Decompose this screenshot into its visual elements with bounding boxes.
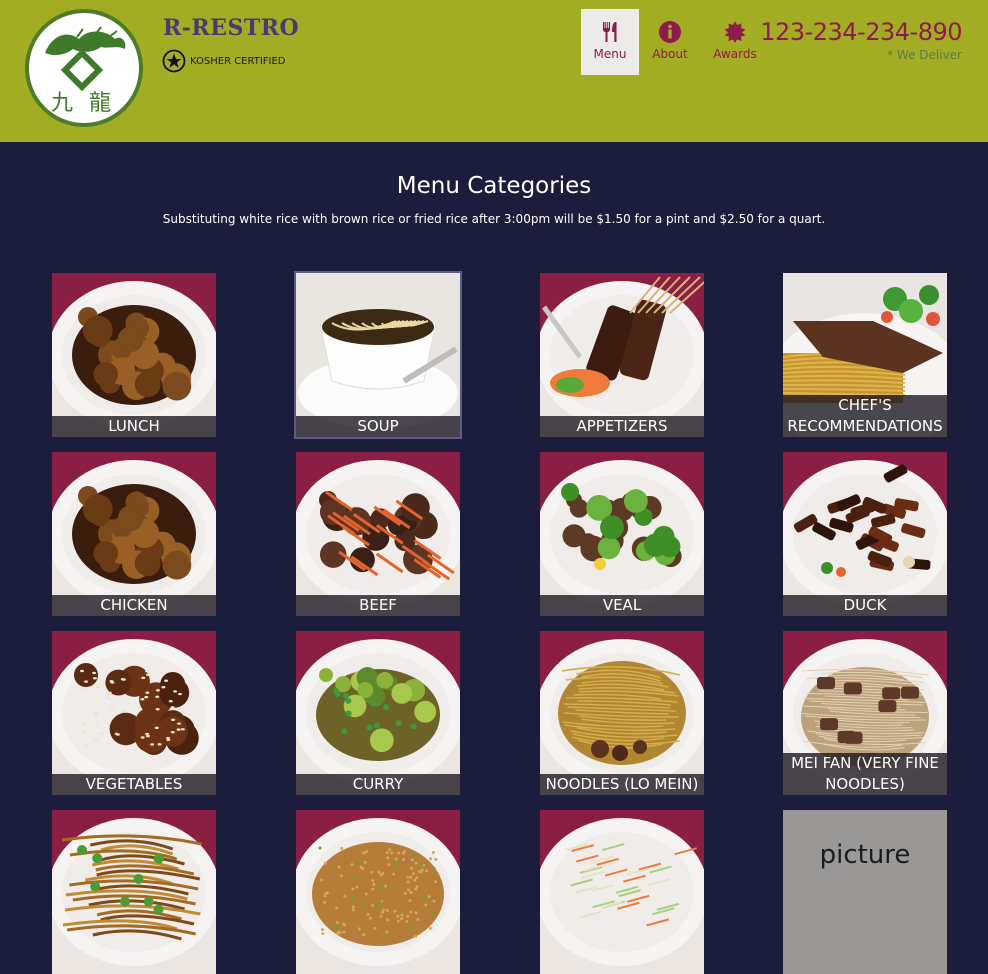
category-tile[interactable] bbox=[540, 810, 704, 974]
nav-menu[interactable]: Menu bbox=[581, 9, 639, 75]
category-tile[interactable]: CHICKEN bbox=[52, 452, 216, 616]
category-label: VEGETABLES bbox=[52, 774, 216, 795]
category-label: CURRY bbox=[296, 774, 460, 795]
delivery-note: * We Deliver bbox=[887, 48, 962, 62]
dish-photo bbox=[540, 452, 704, 616]
info-icon bbox=[659, 21, 681, 43]
category-tile[interactable]: CURRY bbox=[296, 631, 460, 795]
category-label: CHEF'S RECOMMENDATIONS bbox=[783, 395, 947, 437]
dish-photo bbox=[52, 452, 216, 616]
dish-photo bbox=[296, 631, 460, 795]
fork-knife-icon bbox=[603, 22, 617, 42]
category-label: DUCK bbox=[783, 595, 947, 616]
phone-number[interactable]: 123-234-234-890 bbox=[760, 18, 962, 46]
dish-photo bbox=[52, 810, 216, 974]
category-label: BEEF bbox=[296, 595, 460, 616]
nav-about-label: About bbox=[652, 47, 688, 61]
kosher-badge: KOSHER CERTIFIED bbox=[162, 48, 286, 74]
page-title: Menu Categories bbox=[396, 173, 592, 199]
category-label: NOODLES (LO MEIN) bbox=[540, 774, 704, 795]
category-tile[interactable]: SOUP bbox=[296, 273, 460, 437]
category-tile[interactable] bbox=[296, 810, 460, 974]
kosher-label: KOSHER CERTIFIED bbox=[190, 55, 286, 67]
dish-photo bbox=[296, 452, 460, 616]
award-badge-icon bbox=[724, 21, 746, 43]
category-tile[interactable]: BEEF bbox=[296, 452, 460, 616]
category-tile[interactable]: VEAL bbox=[540, 452, 704, 616]
category-label: MEI FAN (VERY FINE NOODLES) bbox=[783, 753, 947, 795]
category-tile[interactable]: DUCK bbox=[783, 452, 947, 616]
category-tile[interactable]: VEGETABLES bbox=[52, 631, 216, 795]
category-label: SOUP bbox=[296, 416, 460, 437]
dish-photo bbox=[783, 452, 947, 616]
dish-photo bbox=[540, 810, 704, 974]
dish-photo bbox=[52, 631, 216, 795]
nav-awards[interactable]: Awards bbox=[706, 9, 764, 75]
category-label: CHICKEN bbox=[52, 595, 216, 616]
rice-note: Substituting white rice with brown rice … bbox=[162, 212, 826, 226]
site-header: 九 龍 R-RESTRO KOSHER CERTIFIED Menu About… bbox=[0, 0, 988, 142]
category-tile[interactable]: CHEF'S RECOMMENDATIONS bbox=[783, 273, 947, 437]
category-tile[interactable]: APPETIZERS bbox=[540, 273, 704, 437]
category-tile[interactable] bbox=[52, 810, 216, 974]
dish-photo bbox=[540, 631, 704, 795]
svg-text:九: 九 bbox=[51, 91, 73, 116]
category-tile[interactable]: picture bbox=[783, 810, 947, 974]
dish-photo bbox=[540, 273, 704, 437]
brand-name[interactable]: R-RESTRO bbox=[163, 15, 299, 41]
category-tile[interactable]: MEI FAN (VERY FINE NOODLES) bbox=[783, 631, 947, 795]
nav-awards-label: Awards bbox=[713, 47, 757, 61]
category-tile[interactable]: LUNCH bbox=[52, 273, 216, 437]
category-label: APPETIZERS bbox=[540, 416, 704, 437]
dish-photo bbox=[296, 810, 460, 974]
category-tile[interactable]: NOODLES (LO MEIN) bbox=[540, 631, 704, 795]
restaurant-logo[interactable]: 九 龍 bbox=[25, 9, 143, 127]
placeholder-text: picture bbox=[819, 840, 911, 870]
dish-photo bbox=[52, 273, 216, 437]
star-icon bbox=[162, 49, 186, 73]
category-label: VEAL bbox=[540, 595, 704, 616]
nav-menu-label: Menu bbox=[593, 47, 627, 61]
category-label: LUNCH bbox=[52, 416, 216, 437]
svg-text:龍: 龍 bbox=[89, 91, 111, 116]
image-placeholder: picture bbox=[783, 810, 947, 974]
nav-about[interactable]: About bbox=[641, 9, 699, 75]
dish-photo bbox=[296, 273, 460, 437]
